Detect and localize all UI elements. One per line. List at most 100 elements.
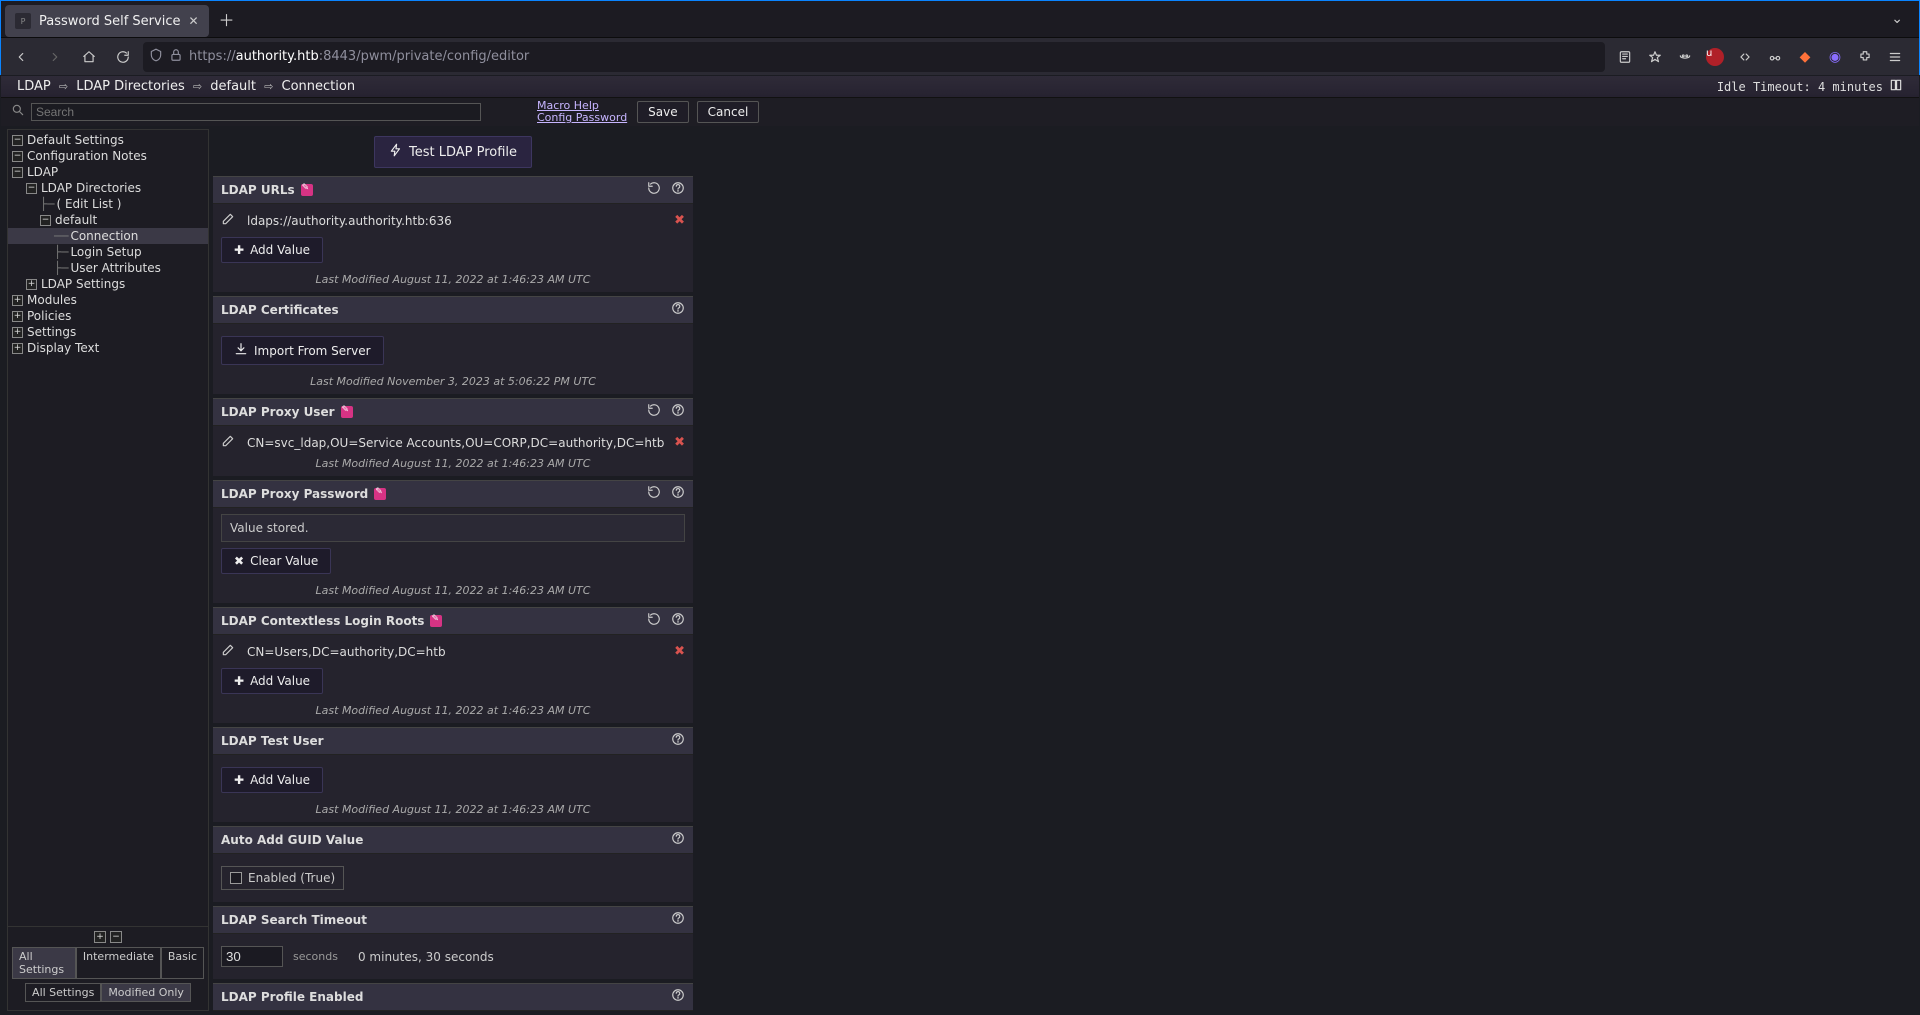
tree-item[interactable]: −default — [8, 212, 208, 228]
edit-icon[interactable] — [221, 643, 235, 660]
add-value-button[interactable]: ✚Add Value — [221, 668, 323, 694]
back-button[interactable] — [7, 43, 35, 71]
collapse-all-button[interactable]: − — [110, 931, 122, 943]
lock-icon[interactable] — [169, 48, 183, 66]
tabs-dropdown-icon[interactable]: ⌄ — [1879, 11, 1915, 27]
collapse-icon[interactable]: − — [12, 151, 23, 162]
search-input[interactable] — [31, 103, 481, 121]
timeout-input[interactable] — [221, 946, 283, 967]
tree-item[interactable]: −Configuration Notes — [8, 148, 208, 164]
search-icon — [11, 103, 25, 121]
reset-icon[interactable] — [647, 181, 661, 199]
browser-tab[interactable]: P Password Self Service ✕ — [5, 5, 209, 37]
expand-all-button[interactable]: + — [94, 931, 106, 943]
panel-title: LDAP Certificates — [221, 303, 339, 317]
tree-item[interactable]: +LDAP Settings — [8, 276, 208, 292]
tree-line-icon: ├─ — [54, 261, 68, 275]
crumb-default[interactable]: default — [210, 79, 256, 94]
expand-icon[interactable]: + — [12, 295, 23, 306]
filter-basic[interactable]: Basic — [161, 947, 204, 979]
home-button[interactable] — [75, 43, 103, 71]
collapse-icon[interactable]: − — [12, 167, 23, 178]
menu-icon[interactable] — [1881, 43, 1909, 71]
edit-icon[interactable] — [221, 434, 235, 451]
reset-icon[interactable] — [647, 485, 661, 503]
crumb-connection[interactable]: Connection — [282, 79, 356, 94]
bookmark-icon[interactable] — [1641, 43, 1669, 71]
collapse-icon[interactable]: − — [12, 135, 23, 146]
filter-all-settings-2[interactable]: All Settings — [25, 983, 101, 1002]
add-value-button[interactable]: ✚Add Value — [221, 767, 323, 793]
crumb-dirs[interactable]: LDAP Directories — [76, 79, 185, 94]
last-modified: Last Modified August 11, 2022 at 1:46:23… — [213, 700, 693, 723]
last-modified: Last Modified August 11, 2022 at 1:46:23… — [213, 453, 693, 476]
tree-item[interactable]: −LDAP — [8, 164, 208, 180]
ublock-icon[interactable]: u — [1701, 43, 1729, 71]
tree-line-icon: ── — [54, 229, 68, 243]
expand-icon[interactable]: + — [12, 327, 23, 338]
reload-button[interactable] — [109, 43, 137, 71]
collapse-icon[interactable]: − — [26, 183, 37, 194]
add-value-button[interactable]: ✚Add Value — [221, 237, 323, 263]
help-icon[interactable] — [671, 403, 685, 421]
reset-icon[interactable] — [647, 612, 661, 630]
help-icon[interactable] — [671, 988, 685, 1006]
new-tab-button[interactable]: ＋ — [209, 7, 245, 31]
reader-icon[interactable] — [1611, 43, 1639, 71]
tree-item[interactable]: −Default Settings — [8, 132, 208, 148]
shield-icon[interactable] — [149, 48, 163, 66]
crumb-ldap[interactable]: LDAP — [17, 79, 51, 94]
forward-button[interactable] — [41, 43, 69, 71]
filter-all-settings[interactable]: All Settings — [12, 947, 76, 979]
collapse-icon[interactable]: − — [40, 215, 51, 226]
tree-item[interactable]: ├─Login Setup — [8, 244, 208, 260]
tree-item[interactable]: +Settings — [8, 324, 208, 340]
top-row: Macro Help Config Password Save Cancel — [1, 98, 1919, 126]
settings-tree: −Default Settings−Configuration Notes−LD… — [7, 129, 209, 1011]
extensions-icon[interactable] — [1851, 43, 1879, 71]
last-modified: Last Modified August 11, 2022 at 1:46:23… — [213, 580, 693, 603]
help-icon[interactable] — [671, 485, 685, 503]
panel-ldap-proxy-user: LDAP Proxy User CN=svc_ldap,OU=Service A… — [213, 398, 693, 476]
expand-icon[interactable]: + — [12, 343, 23, 354]
expand-icon[interactable]: + — [12, 311, 23, 322]
clear-value-button[interactable]: ✖Clear Value — [221, 548, 331, 574]
delete-icon[interactable]: ✖ — [674, 435, 685, 450]
reset-icon[interactable] — [647, 403, 661, 421]
guid-checkbox[interactable]: Enabled (True) — [221, 866, 344, 890]
plus-icon: ✚ — [234, 243, 244, 257]
tree-item[interactable]: ├─( Edit List ) — [8, 196, 208, 212]
delete-icon[interactable]: ✖ — [674, 644, 685, 659]
help-icon[interactable] — [671, 732, 685, 750]
expand-icon[interactable]: + — [26, 279, 37, 290]
help-icon[interactable] — [671, 301, 685, 319]
tree-item[interactable]: ├─User Attributes — [8, 260, 208, 276]
close-icon[interactable]: ✕ — [188, 14, 198, 28]
save-button[interactable]: Save — [637, 101, 688, 123]
edit-icon[interactable] — [221, 212, 235, 229]
url-bar[interactable]: https://authority.htb:8443/pwm/private/c… — [143, 42, 1605, 72]
help-icon[interactable] — [671, 911, 685, 929]
filter-modified-only[interactable]: Modified Only — [101, 983, 191, 1002]
tree-item[interactable]: +Policies — [8, 308, 208, 324]
import-from-server-button[interactable]: Import From Server — [221, 336, 384, 365]
help-icon[interactable] — [671, 612, 685, 630]
cancel-button[interactable]: Cancel — [697, 101, 760, 123]
delete-icon[interactable]: ✖ — [674, 213, 685, 228]
tree-item-label: Default Settings — [27, 133, 124, 147]
help-icon[interactable] — [671, 831, 685, 849]
tree-item[interactable]: −LDAP Directories — [8, 180, 208, 196]
book-icon[interactable] — [1889, 78, 1903, 95]
glasses-icon[interactable] — [1761, 43, 1789, 71]
ghost-icon[interactable]: ◉ — [1821, 43, 1849, 71]
tree-item[interactable]: +Display Text — [8, 340, 208, 356]
test-ldap-profile-button[interactable]: Test LDAP Profile — [374, 136, 532, 168]
filter-intermediate[interactable]: Intermediate — [76, 947, 161, 979]
config-password-link[interactable]: Config Password — [537, 112, 627, 124]
mask-icon[interactable] — [1671, 43, 1699, 71]
tree-item[interactable]: ──Connection — [8, 228, 208, 244]
fox-icon[interactable]: ◆ — [1791, 43, 1819, 71]
tree-item[interactable]: +Modules — [8, 292, 208, 308]
devtools-icon[interactable] — [1731, 43, 1759, 71]
help-icon[interactable] — [671, 181, 685, 199]
